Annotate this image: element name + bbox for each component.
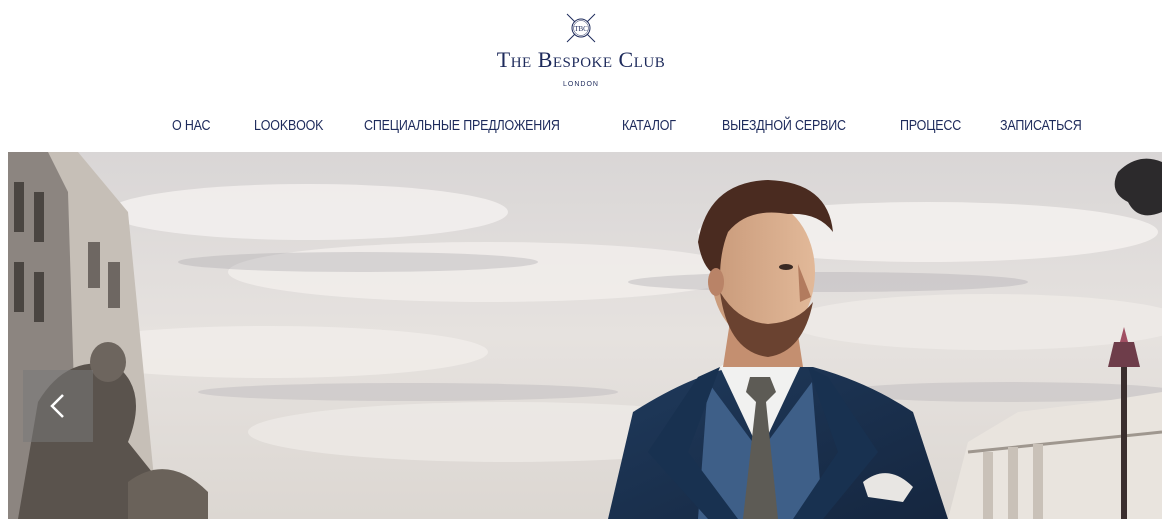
nav-item-process[interactable]: ПРОЦЕСС (900, 118, 961, 134)
hero-slider (8, 152, 1162, 519)
man-in-suit-slide-image (8, 152, 1162, 519)
nav-item-book[interactable]: ЗАПИСАТЬСЯ (1000, 118, 1082, 134)
nav-item-special-offers[interactable]: СПЕЦИАЛЬНЫЕ ПРЕДЛОЖЕНИЯ (364, 118, 560, 134)
nav-item-about[interactable]: О НАС (172, 118, 211, 134)
crossed-needles-monogram-icon: TBC (566, 13, 596, 43)
slider-prev-button[interactable] (23, 370, 93, 442)
nav-item-catalog[interactable]: КАТАЛОГ (622, 118, 676, 134)
nav-item-onsite-service[interactable]: ВЫЕЗДНОЙ СЕРВИС (722, 118, 846, 134)
brand-subtitle: LONDON (563, 81, 599, 88)
main-navigation: О НАС LOOKBOOK СПЕЦИАЛЬНЫЕ ПРЕДЛОЖЕНИЯ К… (0, 110, 1162, 146)
emblem-monogram: TBC (574, 25, 588, 33)
nav-item-lookbook[interactable]: LOOKBOOK (254, 118, 323, 134)
page: TBC The Bespoke Club LONDON О НАС LOOKBO… (0, 0, 1162, 519)
brand-title: The Bespoke Club (496, 47, 666, 72)
chevron-left-icon (50, 394, 64, 418)
site-logo[interactable]: TBC The Bespoke Club LONDON (0, 0, 1162, 98)
